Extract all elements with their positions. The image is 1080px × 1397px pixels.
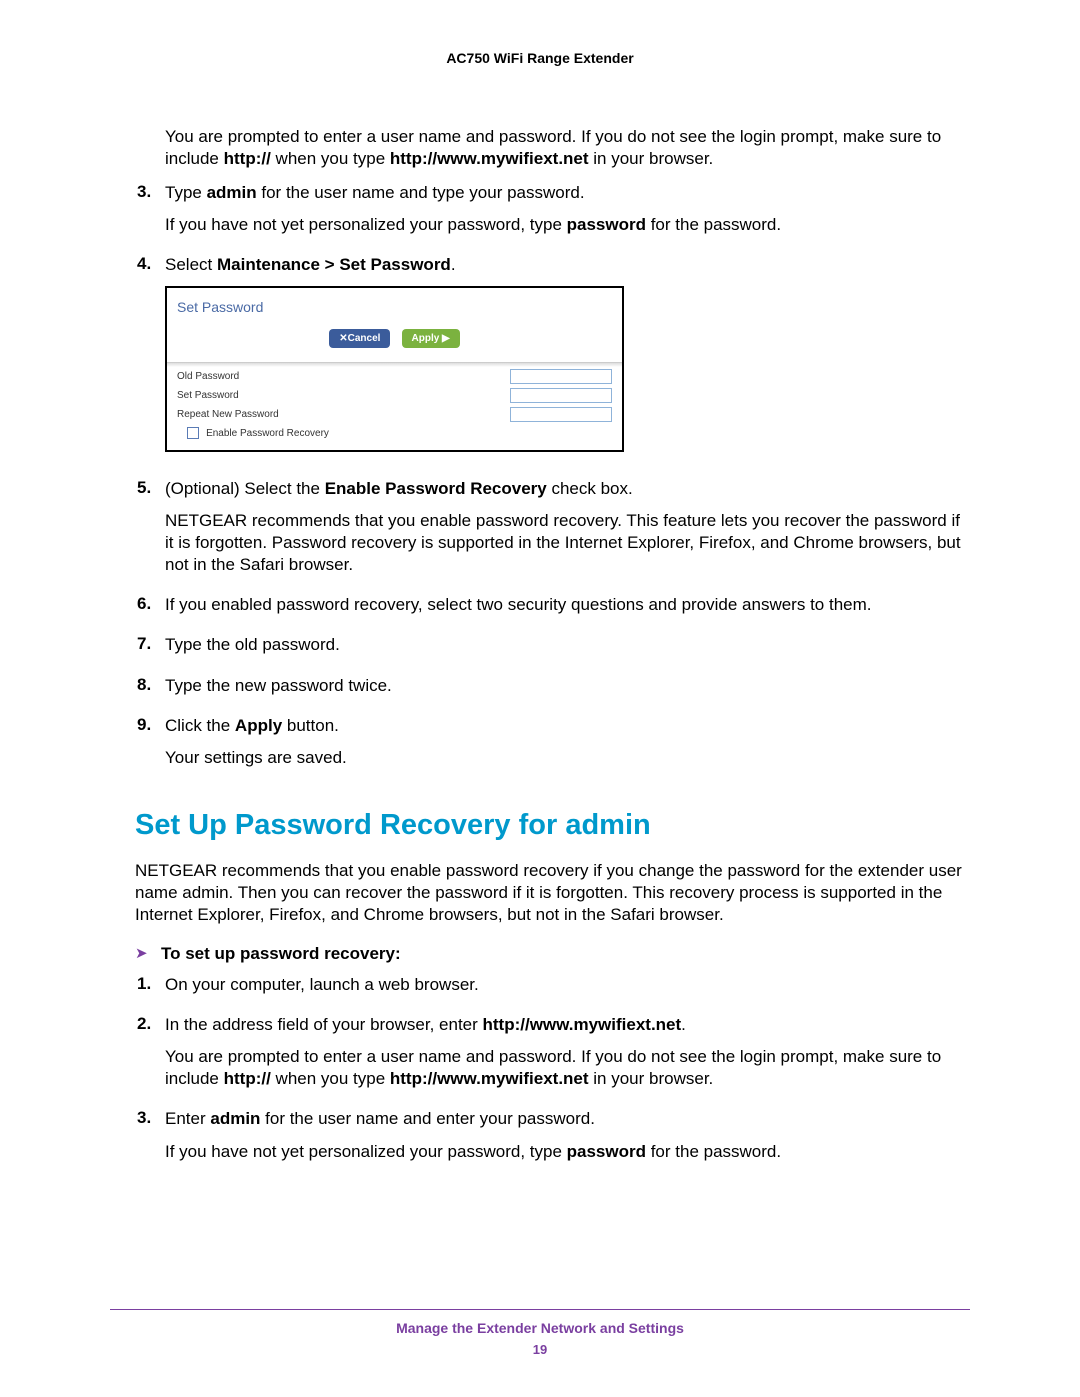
- enable-recovery-row: Enable Password Recovery: [187, 426, 329, 440]
- s2-step2-note: You are prompted to enter a user name an…: [165, 1046, 970, 1090]
- step7-text: Type the old password.: [165, 634, 970, 656]
- section2-intro: NETGEAR recommends that you enable passw…: [135, 860, 970, 926]
- text-bold: http://www.mywifiext.net: [390, 149, 589, 168]
- text: when you type: [271, 149, 390, 168]
- screenshot-title: Set Password: [177, 298, 612, 316]
- step-number: 8.: [137, 675, 165, 707]
- step-number: 1.: [137, 974, 165, 1006]
- page-header: AC750 WiFi Range Extender: [110, 50, 970, 66]
- step5-text: (Optional) Select the Enable Password Re…: [165, 478, 970, 500]
- step6-text: If you enabled password recovery, select…: [165, 594, 970, 616]
- s2-step3-note: If you have not yet personalized your pa…: [165, 1141, 970, 1163]
- step9-note: Your settings are saved.: [165, 747, 970, 769]
- step-number: 3.: [137, 1108, 165, 1172]
- step-number: 5.: [137, 478, 165, 586]
- cancel-button[interactable]: ✕Cancel: [329, 329, 390, 348]
- procedure-heading: To set up password recovery:: [161, 944, 401, 964]
- repeat-password-label: Repeat New Password: [177, 408, 279, 421]
- step-number: 3.: [137, 182, 165, 246]
- step4-text: Select Maintenance > Set Password.: [165, 254, 970, 276]
- set-password-input[interactable]: [510, 388, 612, 403]
- s2-step1-text: On your computer, launch a web browser.: [165, 974, 970, 996]
- enable-recovery-label: Enable Password Recovery: [206, 428, 329, 439]
- enable-recovery-checkbox[interactable]: [187, 427, 199, 439]
- old-password-label: Old Password: [177, 370, 239, 383]
- step8-text: Type the new password twice.: [165, 675, 970, 697]
- text: in your browser.: [589, 149, 714, 168]
- step-number: 6.: [137, 594, 165, 626]
- step-number: 2.: [137, 1014, 165, 1100]
- footer-title: Manage the Extender Network and Settings: [110, 1320, 970, 1336]
- step-number: 4.: [137, 254, 165, 470]
- intro-paragraph: You are prompted to enter a user name an…: [165, 126, 970, 170]
- step-number: 9.: [137, 715, 165, 779]
- page-footer: Manage the Extender Network and Settings…: [110, 1309, 970, 1357]
- step5-note: NETGEAR recommends that you enable passw…: [165, 510, 970, 576]
- s2-step3-text: Enter admin for the user name and enter …: [165, 1108, 970, 1130]
- old-password-input[interactable]: [510, 369, 612, 384]
- section-heading: Set Up Password Recovery for admin: [135, 809, 970, 842]
- step3-text: Type admin for the user name and type yo…: [165, 182, 970, 204]
- procedure-arrow-icon: ➤: [135, 944, 161, 964]
- footer-page-number: 19: [110, 1342, 970, 1357]
- repeat-password-input[interactable]: [510, 407, 612, 422]
- step9-text: Click the Apply button.: [165, 715, 970, 737]
- text-bold: http://: [224, 149, 271, 168]
- step-number: 7.: [137, 634, 165, 666]
- s2-step2-text: In the address field of your browser, en…: [165, 1014, 970, 1036]
- apply-button[interactable]: Apply ▶: [402, 329, 460, 348]
- set-password-screenshot: Set Password ✕Cancel Apply ▶ Old Passwor…: [165, 286, 624, 451]
- step3-note: If you have not yet personalized your pa…: [165, 214, 970, 236]
- set-password-label: Set Password: [177, 389, 239, 402]
